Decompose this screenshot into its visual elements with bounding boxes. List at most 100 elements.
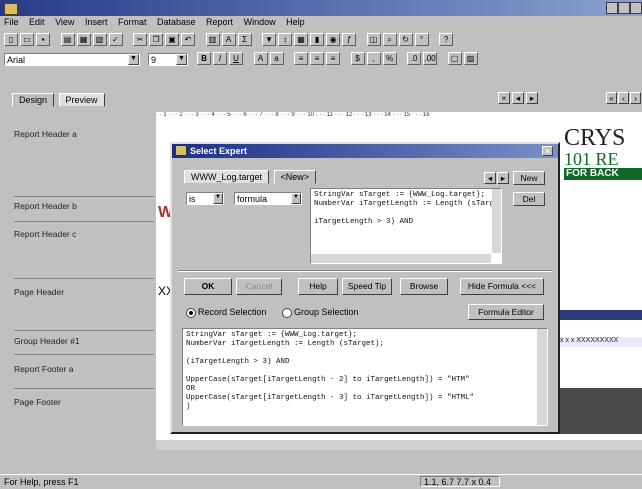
section-report-header-a[interactable]: Report Header a xyxy=(14,129,77,143)
tab-scroll-left-icon[interactable]: ◂ xyxy=(484,172,496,184)
save-icon[interactable]: ▪ xyxy=(36,33,50,46)
insert-summary-icon[interactable]: Σ xyxy=(237,33,252,46)
decrease-decimal-icon[interactable]: .00 xyxy=(423,52,438,65)
chevron-down-icon[interactable]: ▼ xyxy=(176,54,187,65)
increase-decimal-icon[interactable]: .0 xyxy=(407,52,422,65)
menu-report[interactable]: Report xyxy=(206,17,233,27)
menu-file[interactable]: File xyxy=(4,17,19,27)
font-size-select[interactable]: 9 ▼ xyxy=(148,53,188,66)
currency-icon[interactable]: $ xyxy=(350,52,365,65)
thousands-icon[interactable]: , xyxy=(366,52,381,65)
menu-format[interactable]: Format xyxy=(118,17,147,27)
tab-preview[interactable]: Preview xyxy=(58,93,105,107)
copy-icon[interactable]: ❐ xyxy=(149,33,164,46)
last-page-icon[interactable]: › xyxy=(630,92,641,104)
percent-icon[interactable]: % xyxy=(382,52,397,65)
speed-tip-button[interactable]: Speed Tip xyxy=(342,278,392,295)
ok-button[interactable]: OK xyxy=(184,278,232,295)
tab-scroll-right-icon[interactable]: ▸ xyxy=(497,172,509,184)
preview-vscroll[interactable] xyxy=(492,189,501,253)
formula-preview-box[interactable]: StringVar sTarget := {WWW_Log.target}; N… xyxy=(310,188,502,264)
new-button[interactable]: New xyxy=(513,171,545,185)
close-button[interactable] xyxy=(630,2,642,14)
tab-design[interactable]: Design xyxy=(12,93,55,107)
standard-toolbar: ▯ ▭ ▪ ▤ ▦ ▧ ✓ ✂ ❐ ▣ ↶ ▥ A Σ ▼ ↕ ▦ ▮ ◉ ƒ ◫ ⌕ ↻ ° ? xyxy=(0,31,642,49)
browse-button[interactable]: Browse xyxy=(400,278,448,295)
minimize-button[interactable] xyxy=(606,2,618,14)
underline-button[interactable]: U xyxy=(229,52,243,65)
close-preview-icon[interactable]: × xyxy=(498,92,510,104)
section-report-footer-a[interactable]: Report Footer a xyxy=(14,364,74,378)
horizontal-scrollbar[interactable] xyxy=(156,440,642,450)
undo-icon[interactable]: ↶ xyxy=(181,33,196,46)
section-report-header-c[interactable]: Report Header c xyxy=(14,229,76,243)
section-report-header-b[interactable]: Report Header b xyxy=(14,201,77,215)
group-selection-radio[interactable] xyxy=(282,308,292,318)
menu-window[interactable]: Window xyxy=(244,17,276,27)
previous-page-icon[interactable]: ◂ xyxy=(512,92,524,104)
section-page-header[interactable]: Page Header xyxy=(14,287,64,301)
select-expert-icon[interactable]: ▼ xyxy=(262,33,277,46)
open-icon[interactable]: ▭ xyxy=(20,33,34,46)
format-painter-icon[interactable]: ▨ xyxy=(463,52,478,65)
maximize-button[interactable] xyxy=(618,2,630,14)
help-icon[interactable]: ? xyxy=(439,33,454,46)
insert-text-icon[interactable]: A xyxy=(221,33,236,46)
next-page-icon[interactable]: ▸ xyxy=(526,92,538,104)
border-icon[interactable]: ▢ xyxy=(447,52,462,65)
group-icon[interactable]: ▦ xyxy=(294,33,309,46)
bold-button[interactable]: B xyxy=(197,52,211,65)
first-page-icon[interactable]: « xyxy=(606,92,617,104)
preview-hscroll[interactable] xyxy=(311,254,491,263)
export-icon[interactable]: ▧ xyxy=(92,33,107,46)
cancel-button[interactable]: Cancel xyxy=(236,278,282,295)
print-icon[interactable]: ▤ xyxy=(60,33,75,46)
menu-bar: File Edit View Insert Format Database Re… xyxy=(0,16,642,30)
chevron-down-icon[interactable]: ▼ xyxy=(128,54,139,65)
section-page-footer[interactable]: Page Footer xyxy=(14,397,61,411)
align-right-icon[interactable]: ≡ xyxy=(326,52,341,65)
font-shrink-icon[interactable]: a xyxy=(269,52,284,65)
chevron-down-icon[interactable]: ▼ xyxy=(291,193,301,204)
spell-icon[interactable]: ✓ xyxy=(108,33,123,46)
font-grow-icon[interactable]: A xyxy=(253,52,268,65)
refresh-icon[interactable]: ↻ xyxy=(398,33,413,46)
database-icon[interactable]: ◫ xyxy=(366,33,381,46)
formula-vscroll[interactable] xyxy=(537,329,547,425)
insert-field-icon[interactable]: ▥ xyxy=(205,33,220,46)
paste-icon[interactable]: ▣ xyxy=(165,33,180,46)
map-icon[interactable]: ◉ xyxy=(326,33,341,46)
tab-new[interactable]: <New> xyxy=(273,170,317,184)
formula-icon[interactable]: ƒ xyxy=(342,33,357,46)
chart-icon[interactable]: ▮ xyxy=(310,33,325,46)
del-button[interactable]: Del xyxy=(513,192,545,206)
help-button[interactable]: Help xyxy=(298,278,338,295)
cut-icon[interactable]: ✂ xyxy=(133,33,148,46)
formula-text-box[interactable]: StringVar sTarget := {WWW_Log.target}; N… xyxy=(182,328,548,426)
mode-select[interactable]: formula ▼ xyxy=(234,192,302,205)
dialog-close-icon[interactable]: × xyxy=(542,146,553,156)
zoom-icon[interactable]: ⌕ xyxy=(382,33,397,46)
menu-database[interactable]: Database xyxy=(157,17,196,27)
align-center-icon[interactable]: ≡ xyxy=(310,52,325,65)
new-icon[interactable]: ▯ xyxy=(4,33,18,46)
prev-page-icon[interactable]: ‹ xyxy=(618,92,629,104)
print-preview-icon[interactable]: ▦ xyxy=(76,33,91,46)
record-selection-radio[interactable] xyxy=(186,308,196,318)
section-group-header[interactable]: Group Header #1 xyxy=(14,336,80,350)
options-icon[interactable]: ° xyxy=(414,33,429,46)
menu-view[interactable]: View xyxy=(55,17,74,27)
tab-www-log-target[interactable]: WWW_Log.target xyxy=(184,170,270,184)
dialog-icon xyxy=(176,146,186,155)
menu-edit[interactable]: Edit xyxy=(29,17,45,27)
menu-help[interactable]: Help xyxy=(286,17,305,27)
menu-insert[interactable]: Insert xyxy=(85,17,108,27)
chevron-down-icon[interactable]: ▼ xyxy=(213,193,223,204)
formula-editor-button[interactable]: Formula Editor xyxy=(468,304,544,320)
align-left-icon[interactable]: ≡ xyxy=(294,52,309,65)
hide-formula-button[interactable]: Hide Formula <<< xyxy=(460,278,544,295)
italic-button[interactable]: I xyxy=(213,52,227,65)
operator-select[interactable]: is ▼ xyxy=(186,192,224,205)
sort-icon[interactable]: ↕ xyxy=(278,33,293,46)
font-select[interactable]: Arial ▼ xyxy=(4,53,140,66)
